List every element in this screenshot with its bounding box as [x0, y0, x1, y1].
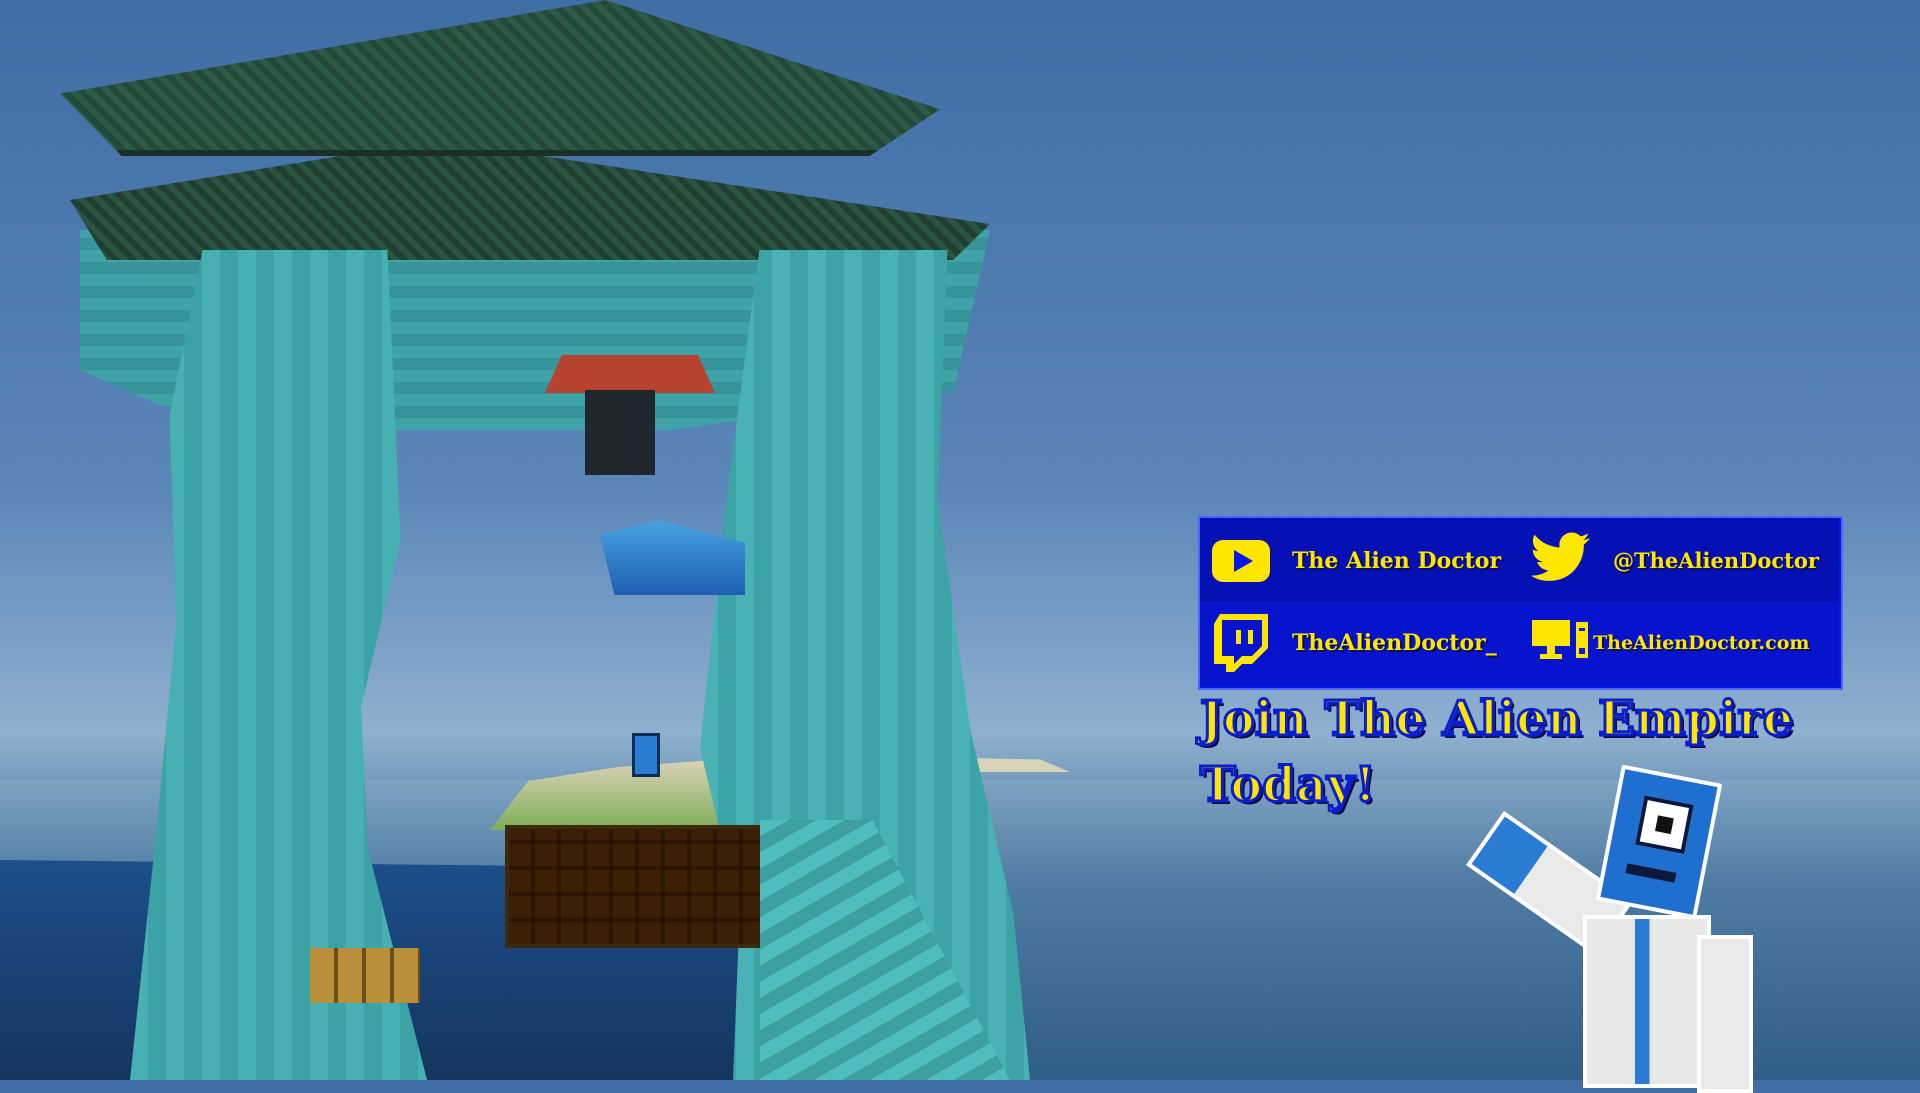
youtube-channel-label: The Alien Doctor	[1292, 548, 1502, 574]
build-roof-lower	[70, 140, 990, 260]
character-eye	[1635, 795, 1694, 855]
twitter-handle-label: @TheAlienDoctor	[1613, 548, 1819, 573]
twitch-icon	[1214, 614, 1268, 672]
twitter-row[interactable]: @TheAlienDoctor	[1520, 518, 1839, 602]
youtube-row[interactable]: The Alien Doctor	[1200, 518, 1520, 602]
twitch-row[interactable]: TheAlienDoctor_	[1200, 602, 1520, 686]
character-head	[1595, 764, 1723, 920]
mini-alien-figure	[632, 733, 660, 777]
twitch-channel-label: TheAlienDoctor_	[1292, 630, 1497, 656]
chest-stack	[310, 948, 420, 1003]
cta-headline-line1: Join The Alien Empire	[1198, 690, 1794, 749]
website-url-label: TheAlienDoctor.com	[1593, 632, 1810, 654]
build-roof-top	[60, 0, 940, 156]
character-hand	[1471, 816, 1548, 894]
alien-doctor-character	[1466, 764, 1775, 1093]
social-links-panel: The Alien Doctor @TheAlienDoctor TheAlie…	[1198, 516, 1843, 690]
website-row[interactable]: TheAlienDoctor.com	[1520, 602, 1839, 686]
cta-headline-line2: Today!	[1199, 756, 1378, 815]
red-platform	[545, 355, 715, 393]
character-side-arm	[1697, 935, 1753, 1093]
twitter-icon	[1532, 532, 1590, 581]
hanging-block-column	[585, 390, 655, 475]
character-body	[1583, 915, 1711, 1088]
character-mouth	[1625, 863, 1677, 883]
computer-icon	[1532, 620, 1588, 659]
minecraft-build	[0, 0, 1030, 1080]
youtube-icon	[1212, 540, 1270, 582]
